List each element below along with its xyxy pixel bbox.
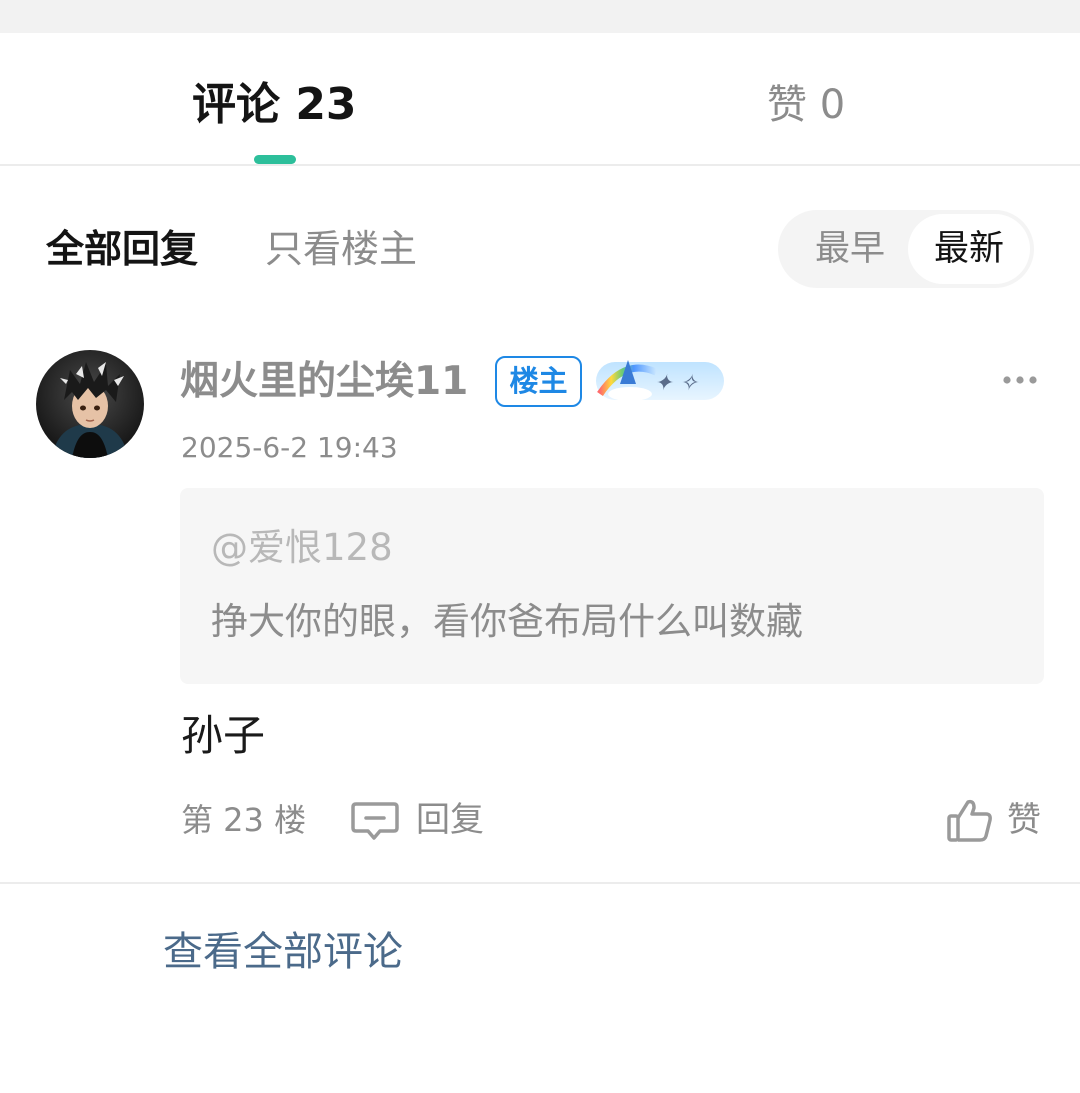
- comment-item: 烟火里的尘埃11 楼主 ✦ ✧ 2025-6-2 19:43 @爱恨128 挣大…: [0, 340, 1080, 884]
- svg-text:✦ ✧: ✦ ✧: [654, 371, 699, 396]
- reply-icon[interactable]: [350, 800, 400, 842]
- floor-number: 第 23 楼: [181, 801, 307, 839]
- quoted-username[interactable]: @爱恨128: [211, 524, 393, 572]
- quoted-text: 挣大你的眼，看你爸布局什么叫数藏: [211, 600, 803, 643]
- sort-earliest-button[interactable]: 最早: [790, 210, 910, 288]
- tab-likes[interactable]: 赞 0: [767, 77, 845, 133]
- owner-badge: 楼主: [495, 356, 582, 407]
- timestamp: 2025-6-2 19:43: [181, 431, 398, 464]
- filter-all-replies[interactable]: 全部回复: [46, 224, 198, 274]
- avatar[interactable]: [36, 350, 144, 458]
- reply-filter-bar: 全部回复 只看楼主 最早 最新: [0, 210, 1080, 290]
- tab-bar: 评论 23 赞 0: [0, 33, 1080, 166]
- sort-latest-button[interactable]: 最新: [908, 214, 1030, 284]
- tab-comments[interactable]: 评论 23: [192, 77, 357, 133]
- quoted-reply[interactable]: @爱恨128 挣大你的眼，看你爸布局什么叫数藏: [180, 488, 1044, 684]
- thumbs-up-icon[interactable]: [946, 796, 994, 844]
- comment-body: 孙子: [181, 711, 266, 760]
- top-strip: [0, 0, 1080, 33]
- like-button[interactable]: 赞: [1007, 798, 1041, 842]
- active-tab-indicator: [254, 155, 296, 164]
- username[interactable]: 烟火里的尘埃11: [180, 356, 468, 408]
- reply-button[interactable]: 回复: [416, 798, 484, 842]
- view-all-comments-link[interactable]: 查看全部评论: [163, 926, 403, 978]
- sort-toggle: 最早 最新: [778, 210, 1034, 288]
- filter-owner-only[interactable]: 只看楼主: [265, 224, 417, 274]
- rainbow-medal-icon: ✦ ✧: [594, 354, 726, 406]
- more-options-icon[interactable]: [1000, 370, 1040, 390]
